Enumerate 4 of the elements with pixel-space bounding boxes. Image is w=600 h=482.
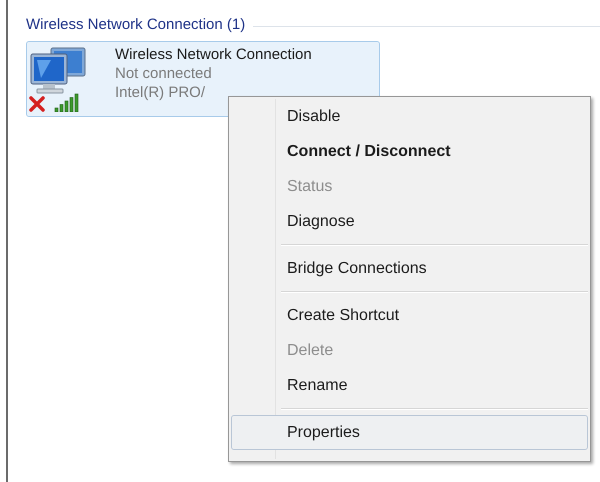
adapter-name: Intel(R) PRO/ [115, 82, 206, 102]
connection-name: Wireless Network Connection [115, 44, 312, 64]
connection-status: Not connected [115, 64, 213, 82]
group-header: Wireless Network Connection (1) [26, 15, 246, 35]
